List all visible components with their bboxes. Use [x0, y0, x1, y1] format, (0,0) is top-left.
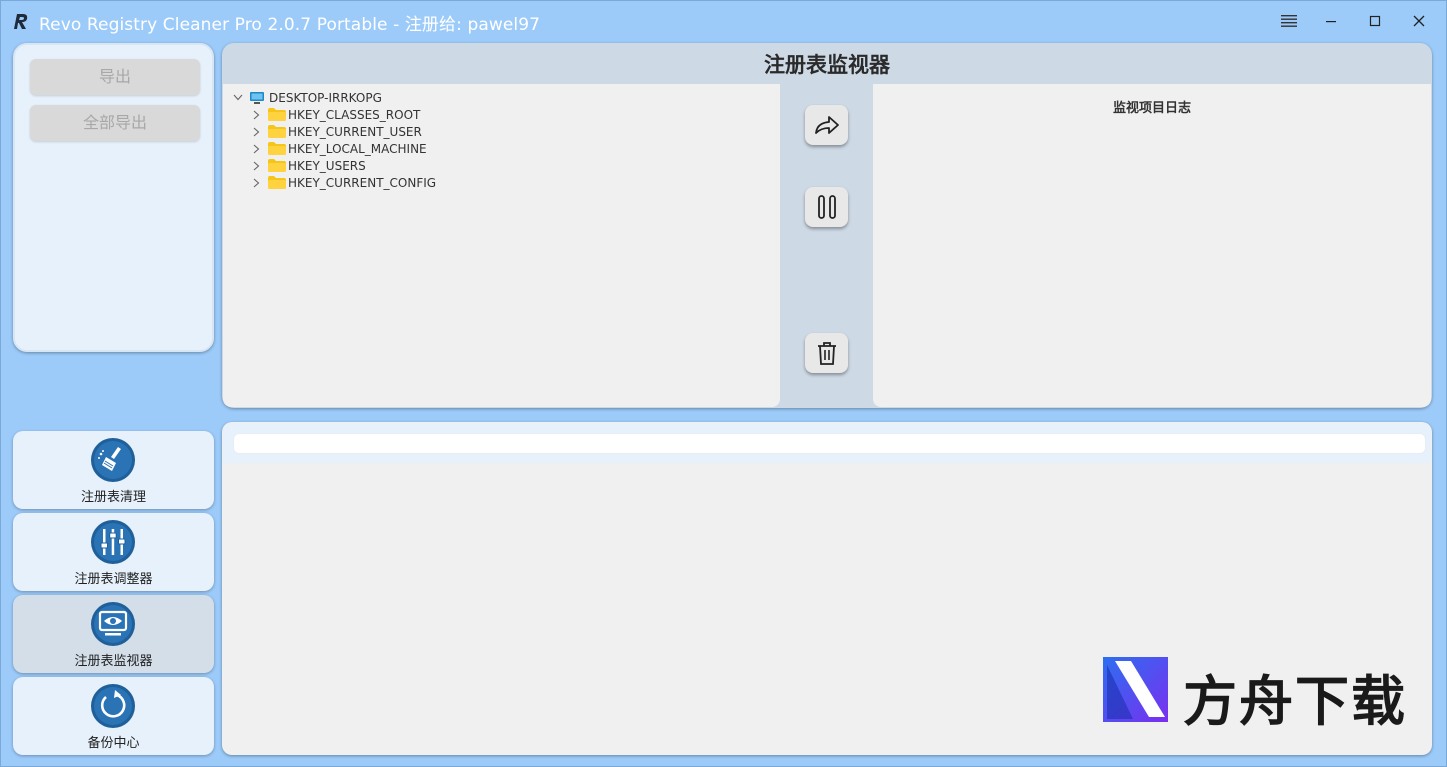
folder-icon: [268, 108, 286, 121]
nav-registry-monitor[interactable]: 注册表监视器: [13, 595, 214, 673]
nav-registry-cleaner[interactable]: 注册表清理: [13, 431, 214, 509]
tree-item[interactable]: HKEY_LOCAL_MACHINE: [249, 140, 427, 157]
pause-icon: [817, 195, 836, 219]
chevron-right-icon[interactable]: [249, 142, 263, 156]
tree-item[interactable]: HKEY_USERS: [249, 157, 366, 174]
close-icon: [1413, 15, 1425, 27]
folder-icon: [268, 159, 286, 172]
export-panel: 导出 全部导出: [13, 43, 214, 352]
pause-button[interactable]: [805, 187, 848, 227]
tree-item-label: HKEY_CURRENT_CONFIG: [288, 175, 437, 190]
maximize-icon: [1369, 15, 1381, 27]
add-to-monitor-button[interactable]: [805, 105, 848, 145]
watermark-text: 方舟下载: [1183, 670, 1407, 733]
chevron-right-icon[interactable]: [249, 176, 263, 190]
tree-item[interactable]: HKEY_CLASSES_ROOT: [249, 106, 420, 123]
details-path-field[interactable]: [233, 433, 1426, 454]
nav-label-backup-center: 备份中心: [87, 736, 140, 751]
tree-item-label: HKEY_USERS: [288, 158, 366, 173]
hamburger-menu-icon: [1281, 15, 1297, 27]
maximize-button[interactable]: [1355, 7, 1395, 35]
details-header: [223, 423, 1431, 463]
folder-icon: [268, 176, 286, 189]
export-button[interactable]: 导出: [30, 59, 200, 95]
registry-tree[interactable]: DESKTOP-IRRKOPG HKEY_CLASSES_ROOT HKEY_C…: [223, 84, 780, 407]
title-bar: Revo Registry Cleaner Pro 2.0.7 Portable…: [1, 1, 1447, 41]
nav-label-registry-monitor: 注册表监视器: [74, 654, 153, 669]
tree-root-label: DESKTOP-IRRKOPG: [269, 90, 382, 105]
broom-icon: [91, 438, 135, 482]
delete-button[interactable]: [805, 333, 848, 373]
registry-monitor-panel: 注册表监视器 DESKTOP-IRRKOPG HKEY_CLASSES_ROOT: [222, 43, 1432, 408]
page-title: 注册表监视器: [764, 53, 890, 77]
chevron-right-icon[interactable]: [249, 125, 263, 139]
export-all-button[interactable]: 全部导出: [30, 105, 200, 141]
menu-button[interactable]: [1269, 7, 1309, 35]
monitor-actions: [788, 84, 865, 405]
folder-icon: [268, 125, 286, 138]
tree-item-label: HKEY_LOCAL_MACHINE: [288, 141, 427, 156]
chevron-right-icon[interactable]: [249, 159, 263, 173]
nav-label-registry-tweaker: 注册表调整器: [74, 572, 153, 587]
share-arrow-icon: [814, 116, 839, 134]
log-header: 监视项目日志: [1112, 101, 1191, 116]
trash-icon: [817, 342, 836, 365]
backup-refresh-icon: [91, 684, 135, 728]
minimize-icon: [1326, 21, 1336, 23]
chevron-down-icon[interactable]: [231, 91, 245, 105]
nav-registry-tweaker[interactable]: 注册表调整器: [13, 513, 214, 591]
monitor-log[interactable]: 监视项目日志: [873, 84, 1431, 407]
minimize-button[interactable]: [1311, 7, 1351, 35]
watermark-logo: [1103, 657, 1168, 722]
chevron-right-icon[interactable]: [249, 108, 263, 122]
tree-item-label: HKEY_CLASSES_ROOT: [288, 107, 421, 122]
tree-root[interactable]: DESKTOP-IRRKOPG: [231, 89, 382, 106]
revo-logo-icon: [14, 14, 28, 29]
nav-label-registry-cleaner: 注册表清理: [80, 490, 146, 505]
tree-item[interactable]: HKEY_CURRENT_CONFIG: [249, 174, 436, 191]
sliders-icon: [91, 520, 135, 564]
monitor-eye-icon: [91, 602, 135, 646]
window-title: Revo Registry Cleaner Pro 2.0.7 Portable…: [39, 15, 541, 35]
tree-item[interactable]: HKEY_CURRENT_USER: [249, 123, 422, 140]
close-button[interactable]: [1399, 7, 1439, 35]
nav-backup-center[interactable]: 备份中心: [13, 677, 214, 755]
computer-icon: [250, 91, 264, 104]
folder-icon: [268, 142, 286, 155]
tree-item-label: HKEY_CURRENT_USER: [288, 124, 422, 139]
app-window: Revo Registry Cleaner Pro 2.0.7 Portable…: [0, 0, 1447, 767]
